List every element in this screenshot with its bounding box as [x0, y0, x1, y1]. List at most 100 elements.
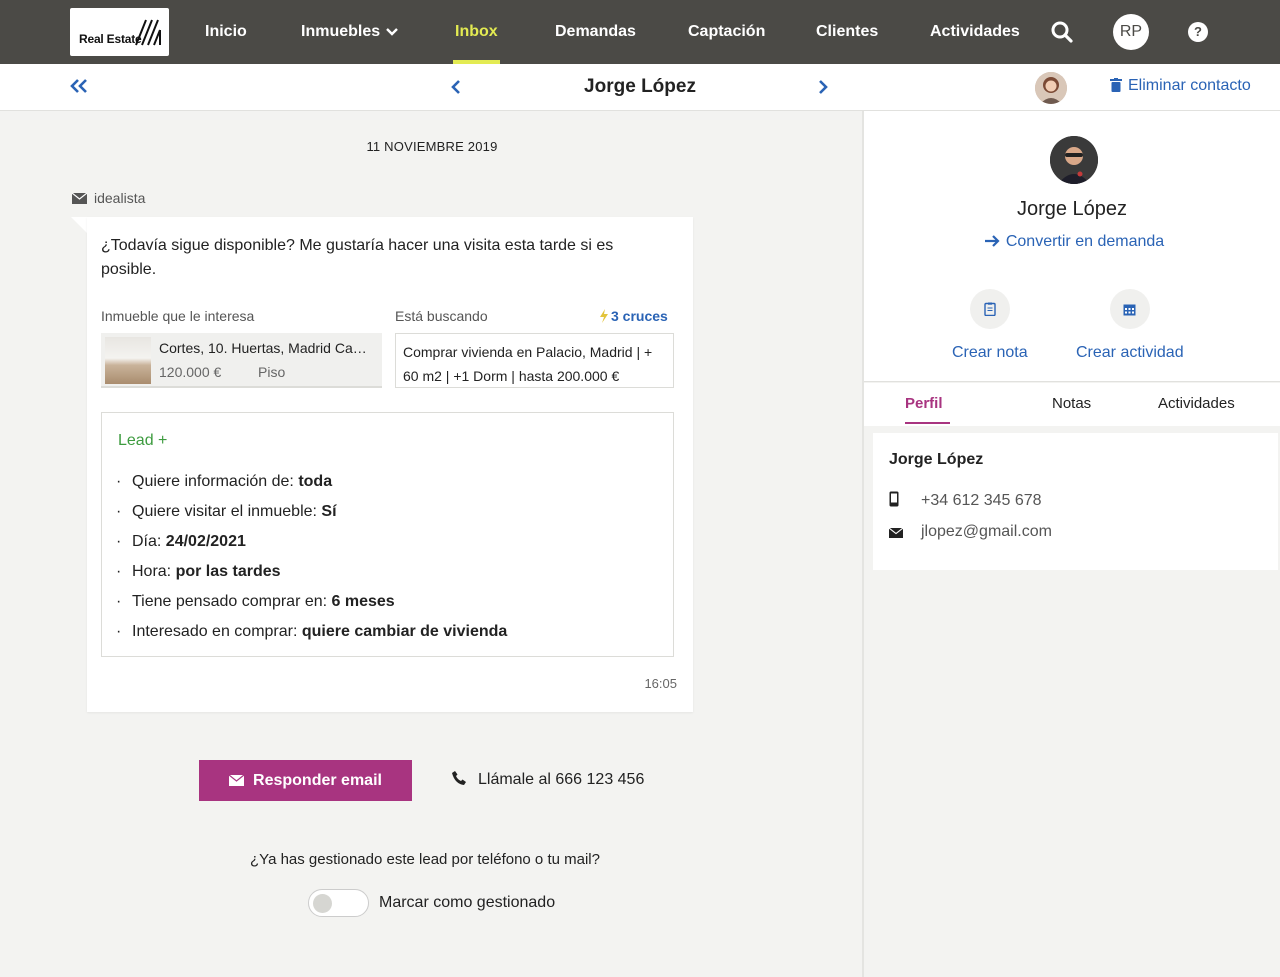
- property-address: Cortes, 10. Huertas, Madrid Capital: [159, 340, 374, 356]
- lead-item: · Hora: por las tardes: [116, 563, 281, 580]
- envelope-icon: [229, 774, 245, 786]
- real-estate-logo[interactable]: Real Estate: [70, 8, 169, 56]
- nav-inmuebles-label: Inmuebles: [301, 23, 381, 40]
- lead-title: Lead +: [118, 432, 168, 449]
- lead-item: · Quiere visitar el inmueble: Sí: [116, 503, 337, 520]
- lead-item-label: Tiene pensado comprar en:: [132, 593, 328, 610]
- lead-item: · Tiene pensado comprar en: 6 meses: [116, 593, 395, 610]
- profile-phone: +34 612 345 678: [921, 492, 1042, 509]
- arrow-right-icon: [984, 235, 1000, 247]
- chevron-down-icon: [386, 27, 398, 36]
- message-source: idealista: [72, 190, 145, 206]
- search-icon[interactable]: [1051, 21, 1073, 43]
- lead-details: Lead + · Quiere información de: toda · Qui…: [101, 412, 674, 657]
- managed-question: ¿Ya has gestionado este lead por teléfon…: [250, 851, 600, 868]
- contact-summary: Jorge López Convertir en demanda Crear n…: [864, 111, 1280, 382]
- search-label: Está buscando: [395, 308, 488, 324]
- nav-clientes[interactable]: Clientes: [816, 0, 878, 64]
- profile-phone-row[interactable]: +34 612 345 678: [889, 491, 1042, 512]
- property-card[interactable]: Cortes, 10. Huertas, Madrid Capital 120.…: [101, 333, 382, 388]
- convert-to-demand-label: Convertir en demanda: [1005, 233, 1165, 250]
- contact-title: Jorge López: [584, 76, 696, 97]
- mobile-phone-icon: [889, 491, 921, 512]
- trash-icon: [1110, 78, 1122, 92]
- envelope-icon: [72, 193, 87, 204]
- nav-inicio[interactable]: Inicio: [205, 0, 247, 64]
- property-thumbnail: [105, 337, 151, 384]
- create-note-button[interactable]: [969, 289, 1010, 329]
- lead-item-value: Sí: [321, 503, 337, 520]
- contact-avatar-photo-icon: [1050, 136, 1098, 184]
- tab-notas[interactable]: Notas: [1052, 395, 1091, 412]
- lead-item-label: Quiere información de:: [132, 473, 294, 490]
- lead-item-label: Día:: [132, 533, 162, 550]
- double-chevron-left-icon[interactable]: [70, 78, 88, 94]
- lead-item-value: 24/02/2021: [165, 533, 246, 550]
- next-contact-icon[interactable]: [818, 79, 828, 95]
- calendar-icon: [1123, 304, 1136, 315]
- phone-icon: [452, 771, 466, 785]
- create-note-label: Crear nota: [952, 344, 1028, 361]
- tab-perfil[interactable]: Perfil: [905, 395, 943, 412]
- nav-demandas[interactable]: Demandas: [555, 0, 636, 64]
- property-price: 120.000 €: [159, 364, 222, 380]
- contact-avatar: [1050, 136, 1098, 184]
- date-separator: 11 NOVIEMBRE 2019: [366, 139, 498, 154]
- reply-email-label: Responder email: [253, 771, 382, 789]
- lead-item-label: Quiere visitar el inmueble:: [132, 503, 317, 520]
- contact-tabs: Perfil Notas Actividades: [864, 383, 1280, 426]
- create-note-action[interactable]: Crear nota: [952, 289, 1028, 362]
- tab-actividades[interactable]: Actividades: [1158, 395, 1235, 412]
- profile-card: Jorge López +34 612 345 678 jlopez@gmail…: [873, 433, 1278, 570]
- toggle-knob: [313, 894, 332, 913]
- lead-item-value: 6 meses: [331, 593, 395, 610]
- lead-item: · Interesado en comprar: quiere cambiar d…: [116, 623, 508, 640]
- help-icon[interactable]: ?: [1188, 22, 1208, 42]
- nav-inmuebles[interactable]: Inmuebles: [301, 0, 398, 64]
- mark-managed-label: Marcar como gestionado: [379, 894, 556, 911]
- note-icon: [984, 302, 996, 316]
- nav-actividades[interactable]: Actividades: [930, 0, 1020, 64]
- delete-contact-label: Eliminar contacto: [1128, 77, 1251, 94]
- profile-email: jlopez@gmail.com: [921, 523, 1052, 540]
- message-time: 16:05: [644, 676, 677, 691]
- delete-contact-link[interactable]: Eliminar contacto: [1110, 77, 1251, 95]
- top-navigation: Real Estate Inicio Inmuebles Inbox Deman…: [0, 0, 1280, 64]
- logo-mark-icon: [135, 19, 161, 46]
- contact-sidebar: Jorge López Convertir en demanda Crear n…: [862, 111, 1280, 977]
- user-avatar[interactable]: RP: [1113, 14, 1149, 50]
- contact-header: Jorge López Eliminar contacto: [0, 64, 1280, 111]
- nav-inbox[interactable]: Inbox: [455, 0, 498, 64]
- lead-item-label: Hora:: [132, 563, 172, 580]
- profile-email-row[interactable]: jlopez@gmail.com: [888, 523, 1052, 543]
- create-activity-button[interactable]: [1109, 289, 1150, 329]
- nav-captacion[interactable]: Captación: [688, 0, 765, 64]
- lead-item-value: toda: [298, 473, 333, 490]
- lead-item: · Quiere información de: toda: [116, 473, 333, 490]
- agent-avatar-photo-icon: [1035, 72, 1067, 104]
- convert-to-demand-link[interactable]: Convertir en demanda: [864, 233, 1280, 251]
- create-activity-label: Crear actividad: [1076, 344, 1184, 361]
- matches-label: 3 cruces: [611, 308, 668, 324]
- property-label: Inmueble que le interesa: [101, 308, 255, 324]
- message-card: ¿Todavía sigue disponible? Me gustaría h…: [87, 217, 693, 712]
- profile-name: Jorge López: [889, 451, 984, 468]
- reply-email-button[interactable]: Responder email: [199, 760, 412, 801]
- matches-link[interactable]: 3 cruces: [599, 308, 668, 324]
- lead-item: · Día: 24/02/2021: [116, 533, 246, 550]
- message-text: ¿Todavía sigue disponible? Me gustaría h…: [101, 237, 614, 278]
- envelope-icon: [888, 525, 921, 543]
- lead-item-value: por las tardes: [175, 563, 281, 580]
- lead-item-label: Interesado en comprar:: [132, 623, 298, 640]
- contact-name: Jorge López: [1016, 198, 1128, 220]
- agent-avatar[interactable]: [1035, 72, 1067, 104]
- mark-managed-toggle[interactable]: [308, 889, 369, 917]
- call-contact-link[interactable]: Llámale al 666 123 456: [452, 771, 644, 789]
- property-type: Piso: [258, 364, 286, 380]
- message-source-label: idealista: [94, 190, 146, 206]
- message-bubble-tail: [71, 217, 87, 233]
- create-activity-action[interactable]: Crear actividad: [1076, 289, 1184, 362]
- call-contact-label: Llámale al 666 123 456: [478, 771, 645, 788]
- previous-contact-icon[interactable]: [451, 79, 461, 95]
- search-criteria[interactable]: Comprar vivienda en Palacio, Madrid | + …: [395, 333, 674, 388]
